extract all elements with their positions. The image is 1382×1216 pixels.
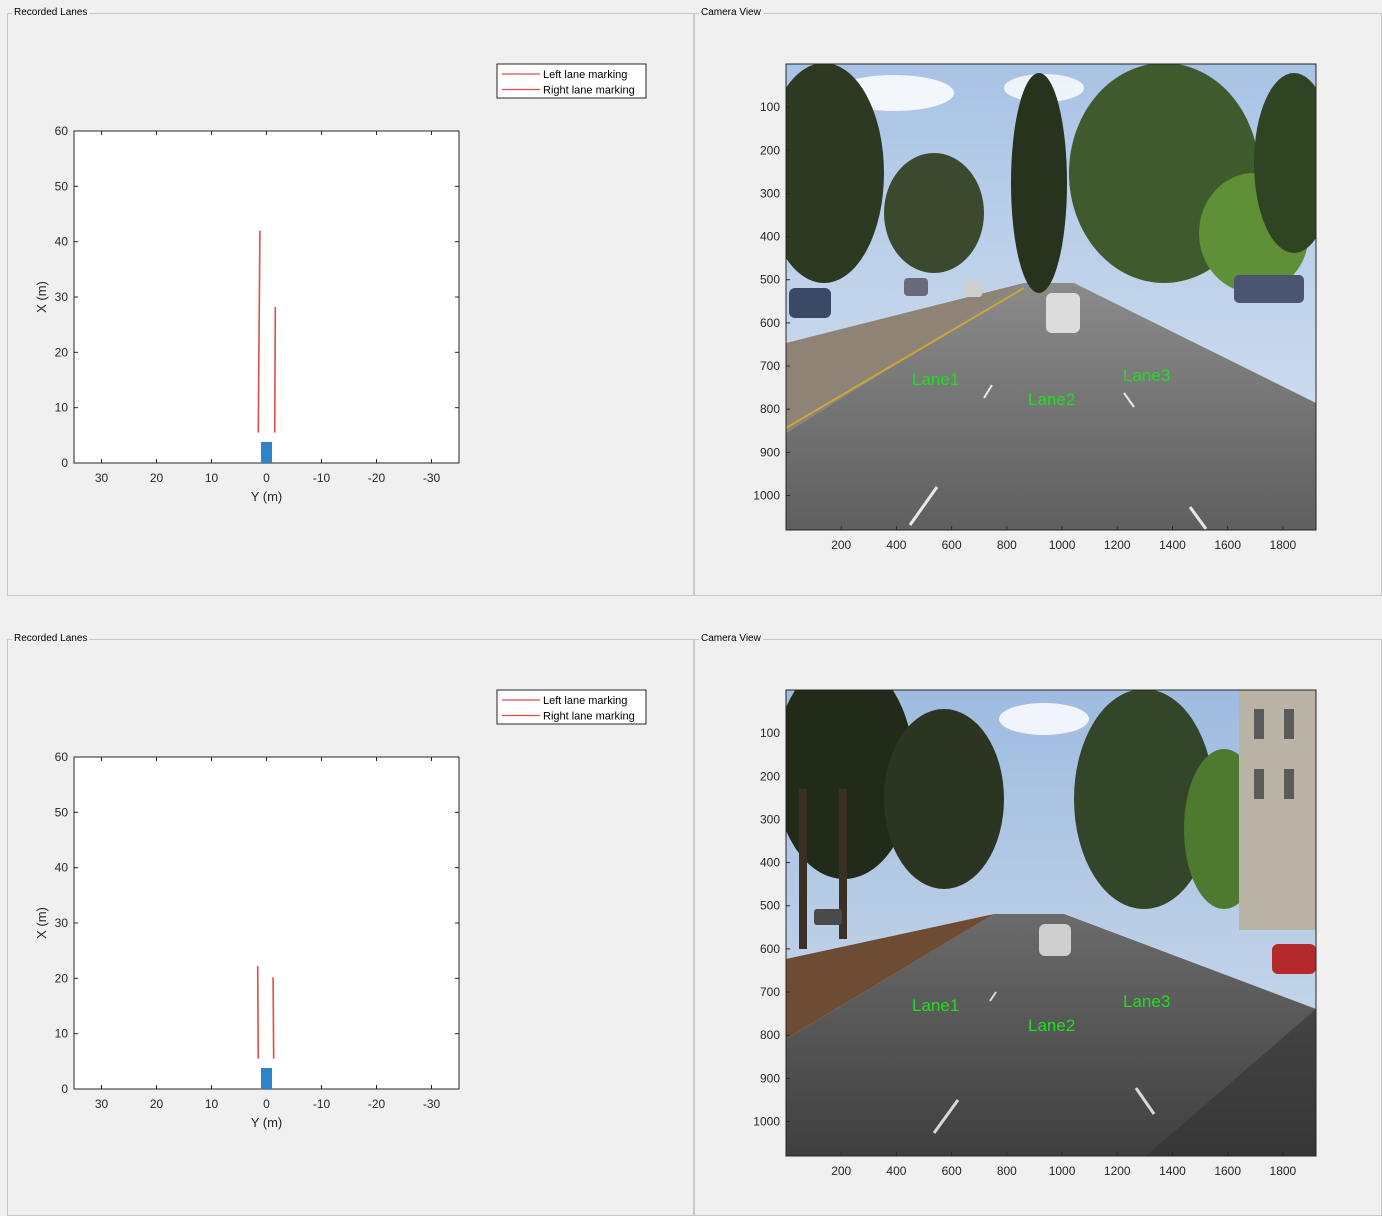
x-tick-label: 10 <box>205 471 219 485</box>
y-tick-label: 200 <box>760 143 780 157</box>
y-tick-label: 800 <box>760 402 780 416</box>
x-tick-label: 1600 <box>1214 1164 1241 1178</box>
x-tick-label: 800 <box>997 538 1017 552</box>
camera-view-panel-2: Camera View Lane1 Lane2 Lane3 200 400 60… <box>694 632 1382 1216</box>
y-tick-label: 600 <box>760 316 780 330</box>
y-tick-label: 700 <box>760 985 780 999</box>
y-tick-label: 800 <box>760 1028 780 1042</box>
y-tick-label: 1000 <box>753 488 780 502</box>
y-tick-label: 700 <box>760 359 780 373</box>
recorded-lanes-plot: 30 20 10 0 -10 -20 -30 0 10 20 30 40 50 60 Y (m) X (m) L… <box>34 689 647 1130</box>
y-tick-label: 20 <box>55 345 69 359</box>
x-axis-label: Y (m) <box>251 489 283 504</box>
y-tick-label: 200 <box>760 769 780 783</box>
x-tick-label: 400 <box>886 1164 906 1178</box>
camera-image <box>786 64 1316 530</box>
y-tick-label: 600 <box>760 942 780 956</box>
y-tick-label: 20 <box>55 971 69 985</box>
x-tick-label: 600 <box>942 538 962 552</box>
x-tick-label: 1800 <box>1270 538 1297 552</box>
right-lane-marking-line <box>272 977 275 1059</box>
x-tick-label: -10 <box>313 471 331 485</box>
y-tick-label: 300 <box>760 812 780 826</box>
x-tick-label: 1600 <box>1214 538 1241 552</box>
camera-view-image-axes: Lane1 Lane2 Lane3 200 400 600 800 1000 1200 1400… <box>753 63 1317 552</box>
x-tick-label: 1200 <box>1104 1164 1131 1178</box>
lane-label: Lane3 <box>1123 992 1170 1011</box>
recorded-lanes-panel-1: Recorded Lanes 30 20 10 0 -10 -20 -30 0 10 20 30 40… <box>7 6 694 596</box>
x-tick-label: 10 <box>205 1097 219 1111</box>
camera-view-panel-1: Camera View Lane1 Lane2 Lane3 200 400 60… <box>694 6 1382 596</box>
x-tick-label: 30 <box>95 1097 109 1111</box>
legend-entry: Right lane marking <box>543 85 635 97</box>
y-tick-label: 10 <box>55 1027 69 1041</box>
y-tick-label: 30 <box>55 916 69 930</box>
legend-entry: Left lane marking <box>543 69 627 81</box>
x-tick-label: 600 <box>942 1164 962 1178</box>
y-tick-label: 900 <box>760 1071 780 1085</box>
x-tick-label: 30 <box>95 471 109 485</box>
y-axis-label: X (m) <box>34 907 49 939</box>
x-tick-label: -30 <box>423 471 441 485</box>
left-lane-marking-line <box>256 966 260 1059</box>
y-tick-label: 400 <box>760 230 780 244</box>
camera-image <box>786 690 1316 1156</box>
x-tick-label: 800 <box>997 1164 1017 1178</box>
y-tick-label: 900 <box>760 445 780 459</box>
plot-area <box>73 130 460 464</box>
lane-label: Lane1 <box>912 996 959 1015</box>
x-tick-label: -30 <box>423 1097 441 1111</box>
y-tick-label: 400 <box>760 856 780 870</box>
x-tick-label: 20 <box>150 1097 164 1111</box>
y-tick-label: 30 <box>55 290 69 304</box>
y-tick-label: 40 <box>55 861 69 875</box>
x-tick-label: 1400 <box>1159 1164 1186 1178</box>
x-tick-label: 0 <box>263 471 270 485</box>
y-tick-label: 60 <box>55 750 69 764</box>
y-tick-label: 300 <box>760 186 780 200</box>
y-tick-label: 0 <box>61 1082 68 1096</box>
x-tick-label: -20 <box>368 1097 386 1111</box>
y-tick-label: 10 <box>55 401 69 415</box>
ego-vehicle-marker <box>261 441 272 463</box>
x-tick-label: 1200 <box>1104 538 1131 552</box>
legend-entry: Left lane marking <box>543 695 627 707</box>
right-lane-marking-line <box>273 306 277 433</box>
x-tick-label: 1400 <box>1159 538 1186 552</box>
recorded-lanes-plot: 30 20 10 0 -10 -20 -30 0 10 20 30 40 50 60 Y (m) X (m) L… <box>34 63 647 504</box>
lane-label: Lane1 <box>912 370 959 389</box>
x-tick-label: 1000 <box>1049 1164 1076 1178</box>
y-tick-label: 500 <box>760 899 780 913</box>
lane-label: Lane3 <box>1123 366 1170 385</box>
x-tick-label: -20 <box>368 471 386 485</box>
y-tick-label: 0 <box>61 456 68 470</box>
x-tick-label: 20 <box>150 471 164 485</box>
camera-view-image-axes: Lane1 Lane2 Lane3 200 400 600 800 1000 1200 1400… <box>753 689 1317 1178</box>
x-tick-label: 0 <box>263 1097 270 1111</box>
ego-vehicle-marker <box>261 1067 272 1089</box>
lane-label: Lane2 <box>1028 1016 1075 1035</box>
x-tick-label: -10 <box>313 1097 331 1111</box>
x-tick-label: 1000 <box>1049 538 1076 552</box>
y-tick-label: 60 <box>55 124 69 138</box>
x-tick-label: 200 <box>831 538 851 552</box>
x-tick-label: 1800 <box>1270 1164 1297 1178</box>
y-tick-label: 500 <box>760 273 780 287</box>
x-axis-label: Y (m) <box>251 1115 283 1130</box>
lane-label: Lane2 <box>1028 390 1075 409</box>
y-axis-label: X (m) <box>34 281 49 313</box>
y-tick-label: 50 <box>55 179 69 193</box>
y-tick-label: 100 <box>760 726 780 740</box>
plot-area <box>73 756 460 1090</box>
y-tick-label: 40 <box>55 235 69 249</box>
legend-entry: Right lane marking <box>543 711 635 723</box>
y-tick-label: 100 <box>760 100 780 114</box>
recorded-lanes-panel-2: Recorded Lanes 30 20 10 0 -10 -20 -30 0 10 20 30 40… <box>7 632 694 1216</box>
x-tick-label: 200 <box>831 1164 851 1178</box>
y-tick-label: 50 <box>55 805 69 819</box>
x-tick-label: 400 <box>886 538 906 552</box>
y-tick-label: 1000 <box>753 1114 780 1128</box>
